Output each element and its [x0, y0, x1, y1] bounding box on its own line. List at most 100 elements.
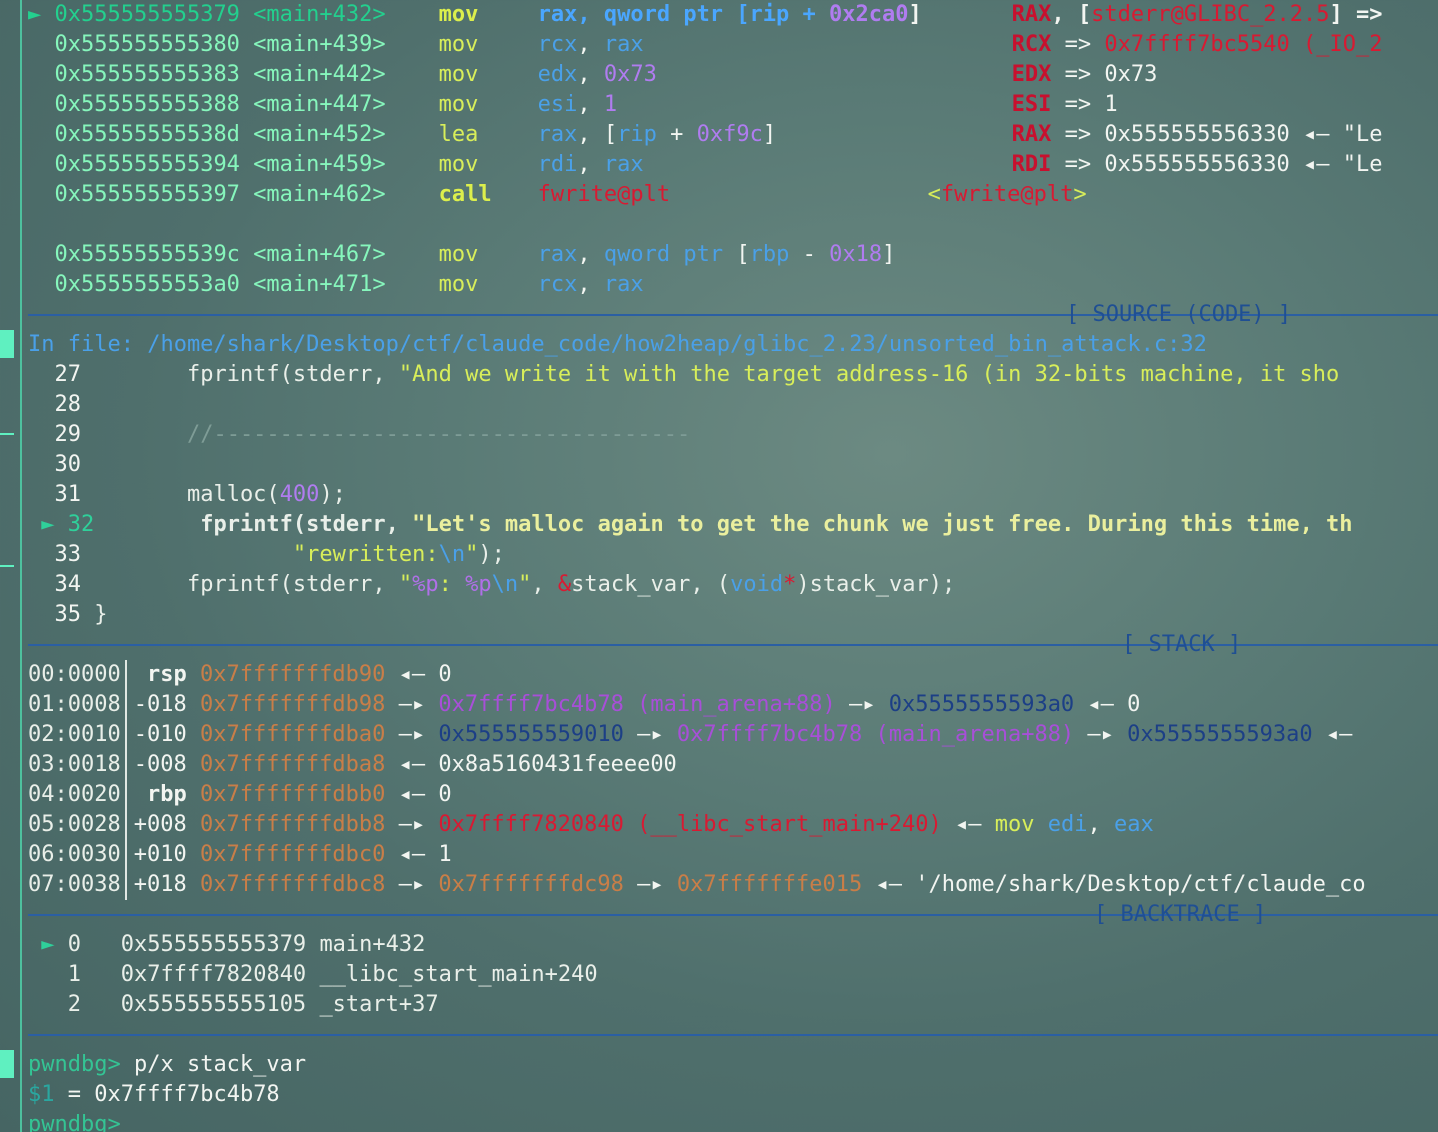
disasm-symbol: <main+439>: [253, 32, 386, 57]
disasm-addr: 0x555555555394: [54, 152, 240, 177]
disasm-operands: rdi, rax: [537, 152, 644, 177]
disasm-addr: 0x55555555539c: [54, 242, 240, 267]
frame-addr: 0x7ffff7820840: [120, 962, 307, 987]
disasm-op: mov: [438, 2, 479, 27]
line-number: 27: [54, 362, 82, 387]
stack-addr: 0x7fffffffdb98: [199, 692, 386, 717]
disasm-addr: 0x555555555380: [54, 32, 240, 57]
source-header: [ SOURCE (CODE) ]: [28, 300, 1438, 330]
line-number: 32: [67, 512, 95, 537]
stack-row: 02:0010 -010 0x7fffffffdba0 —▸ 0x55555555…: [28, 720, 1438, 750]
console-input-line[interactable]: pwndbg>: [28, 1110, 1438, 1132]
backtrace-frame: 1 0x7ffff7820840 __libc_start_main+240: [28, 960, 1438, 990]
source-line: 29 //-----------------------------------…: [54, 422, 691, 447]
source-line: 33 "rewritten:\n");: [54, 542, 505, 567]
frame-addr: 0x555555555105: [120, 992, 307, 1017]
source-line: 28: [28, 390, 1438, 420]
console[interactable]: pwndbg> p/x stack_var $1 = 0x7ffff7bc4b7…: [28, 1050, 1438, 1132]
stack-row: 05:0028 +008 0x7fffffffdbb8 —▸ 0x7ffff782…: [28, 810, 1438, 840]
stack-index: 06:0030: [28, 842, 121, 867]
console-command: p/x stack_var: [133, 1052, 307, 1077]
line-number: 35: [54, 602, 82, 627]
stack-reg: +018: [133, 872, 187, 897]
gutter-tick: [0, 433, 14, 435]
prompt: pwndbg>: [28, 1112, 121, 1132]
stack-row: 03:0018 -008 0x7fffffffdba8 ◂— 0x8a516043…: [28, 750, 1438, 780]
result-value: 0x7ffff7bc4b78: [94, 1082, 280, 1107]
disasm-line-current: ► 0x555555555379 <main+432> mov rax, qwor…: [28, 0, 1438, 30]
disasm-op: lea: [438, 122, 479, 147]
stack-addr: 0x7fffffffdbc0: [199, 842, 386, 867]
terminal-output: ► 0x555555555379 <main+432> mov rax, qwor…: [28, 0, 1438, 1132]
source-header-label: [ SOURCE (CODE) ]: [1066, 302, 1292, 327]
disasm-comment: <fwrite@plt>: [927, 182, 1087, 207]
stack-reg: +010: [133, 842, 187, 867]
stack-index: 03:0018: [28, 752, 121, 777]
stack-header-label: [ STACK ]: [1122, 632, 1242, 657]
source-line-current: ► 32 fprintf(stderr, "Let's malloc again…: [28, 512, 1353, 537]
stack-index: 02:0010: [28, 722, 121, 747]
backtrace-frame: 2 0x555555555105 _start+37: [28, 990, 1438, 1020]
line-number: 28: [54, 392, 82, 417]
disasm-operands: rcx, rax: [537, 32, 644, 57]
stack-reg: -018: [133, 692, 187, 717]
disasm-operands: fwrite@plt: [537, 182, 671, 207]
current-line-marker: ►: [28, 512, 68, 537]
disasm-symbol: <main+467>: [253, 242, 386, 267]
frame-addr: 0x555555555379: [120, 932, 307, 957]
disasm-comment: EDX => 0x73: [1011, 62, 1158, 87]
stack-addr: 0x7fffffffdbc8: [199, 872, 386, 897]
stack-index: 05:0028: [28, 812, 121, 837]
stack-row: 06:0030 +010 0x7fffffffdbc0 ◂— 1: [28, 840, 1438, 870]
stack-value: ◂— 1: [398, 842, 452, 867]
stack-reg: -008: [133, 752, 187, 777]
disasm-symbol: <main+442>: [253, 62, 386, 87]
backtrace-frame: ► 0 0x555555555379 main+432: [28, 930, 1438, 960]
disasm-comment: ESI => 1: [1011, 92, 1118, 117]
stack-reg: rbp: [146, 782, 187, 807]
stack-addr: 0x7fffffffdbb0: [199, 782, 386, 807]
source-line: 35 }: [54, 602, 108, 627]
prompt: pwndbg>: [28, 1052, 121, 1077]
console-result: $1 = 0x7ffff7bc4b78: [28, 1080, 1438, 1110]
source-pane: In file: /home/shark/Desktop/ctf/claude_…: [28, 330, 1438, 630]
disasm-addr: 0x555555555379: [54, 2, 240, 27]
disasm-line: 0x55555555539c <main+467> mov rax, qword …: [28, 240, 1438, 270]
gutter-line: [20, 0, 22, 1132]
line-number: 33: [54, 542, 82, 567]
stack-addr: 0x7fffffffdba8: [199, 752, 386, 777]
backtrace-pane: ► 0 0x555555555379 main+432 1 0x7ffff782…: [28, 930, 1438, 1020]
line-number: 29: [54, 422, 82, 447]
disasm-addr: 0x5555555553a0: [54, 272, 240, 297]
disasm-addr: 0x55555555538d: [54, 122, 240, 147]
current-frame-marker: ►: [41, 932, 55, 957]
disasm-op: mov: [438, 242, 479, 267]
disasm-comment: RCX => 0x7ffff7bc5540 (_IO_2: [1011, 32, 1383, 57]
disasm-comment: RDI => 0x555555556330 ◂— "Le: [1011, 152, 1383, 177]
disasm-op: mov: [438, 62, 479, 87]
disasm-symbol: <main+462>: [253, 182, 386, 207]
stack-index: 00:0000: [28, 662, 121, 687]
disasm-op: mov: [438, 152, 479, 177]
disasm-op: mov: [438, 32, 479, 57]
disasm-blank: [28, 210, 1438, 240]
disasm-line: 0x555555555397 <main+462> call fwrite@plt…: [28, 180, 1438, 210]
disasm-addr: 0x555555555397: [54, 182, 240, 207]
stack-row: 07:0038 +018 0x7fffffffdbc8 —▸ 0x7fffffff…: [28, 870, 1438, 900]
line-number: 34: [54, 572, 82, 597]
disasm-operands: esi, 1: [537, 92, 618, 117]
disasm-op: mov: [438, 272, 479, 297]
disasm-operands: rax, qword ptr [rip + 0x2ca0]: [537, 2, 922, 27]
stack-value: ◂— 0x8a5160431feeee00: [398, 752, 677, 777]
source-file-label: In file: /home/shark/Desktop/ctf/claude_…: [28, 332, 1207, 357]
stack-index: 04:0020: [28, 782, 121, 807]
disasm-operands: rcx, rax: [537, 272, 644, 297]
bottom-rule: [28, 1020, 1438, 1050]
gutter-marker-source: [0, 330, 14, 358]
stack-index: 01:0008: [28, 692, 121, 717]
result-var: $1: [28, 1082, 55, 1107]
disasm-addr: 0x555555555388: [54, 92, 240, 117]
disasm-symbol: <main+452>: [253, 122, 386, 147]
stack-reg: -010: [133, 722, 187, 747]
disasm-line: 0x55555555538d <main+452> lea rax, [rip +…: [28, 120, 1438, 150]
